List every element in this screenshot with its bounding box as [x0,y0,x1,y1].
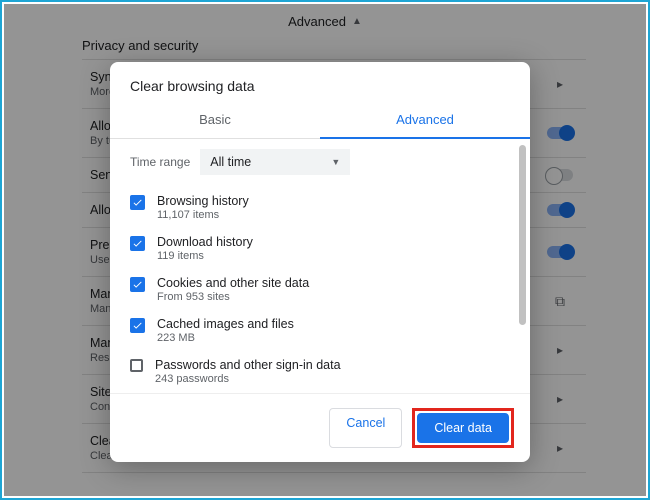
option-title: Download history [157,235,253,249]
clear-browsing-data-dialog: Clear browsing data Basic Advanced Time … [110,62,530,462]
chevron-down-icon: ▼ [331,157,340,167]
option-subtitle: 243 passwords [155,373,341,385]
option-subtitle: 223 MB [157,332,294,344]
dialog-title: Clear browsing data [110,62,530,102]
cancel-button[interactable]: Cancel [329,408,402,448]
option-title: Cached images and files [157,317,294,331]
time-range-label: Time range [130,155,190,169]
option-title: Browsing history [157,194,249,208]
checkbox[interactable] [130,195,145,210]
option-title: Cookies and other site data [157,276,309,290]
checkbox[interactable] [130,236,145,251]
checkbox[interactable] [130,318,145,333]
clear-data-option[interactable]: Cached images and files223 MB [130,310,514,351]
tab-advanced[interactable]: Advanced [320,102,530,139]
clear-data-option[interactable]: Passwords and other sign-in data243 pass… [130,351,514,392]
checkbox[interactable] [130,359,143,372]
highlight-box: Clear data [412,408,514,448]
option-title: Passwords and other sign-in data [155,358,341,372]
clear-data-option[interactable]: Browsing history11,107 items [130,187,514,228]
time-range-select[interactable]: All time ▼ [200,149,350,175]
clear-data-option[interactable]: Cookies and other site dataFrom 953 site… [130,269,514,310]
option-subtitle: From 953 sites [157,291,309,303]
clear-data-button[interactable]: Clear data [417,413,509,443]
option-subtitle: 119 items [157,250,253,262]
clear-data-option[interactable]: Download history119 items [130,228,514,269]
time-range-value: All time [210,155,251,169]
clear-data-option[interactable]: Autofill form data [130,392,514,393]
option-subtitle: 11,107 items [157,209,249,221]
scrollbar-thumb[interactable] [519,145,526,325]
tab-basic[interactable]: Basic [110,102,320,139]
checkbox[interactable] [130,277,145,292]
